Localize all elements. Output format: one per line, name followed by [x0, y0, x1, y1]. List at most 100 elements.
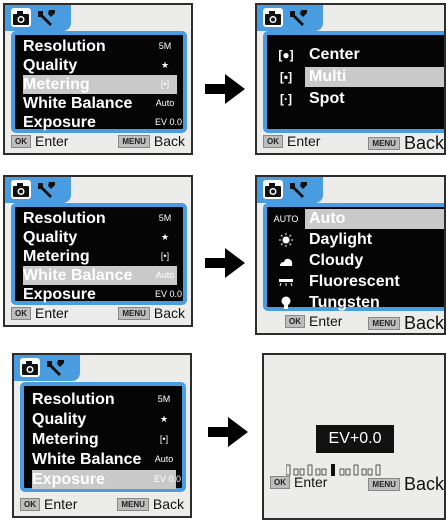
menu-item-label: Quality: [23, 229, 78, 246]
camera-tab-icon[interactable]: [11, 8, 31, 27]
camera-tab-icon[interactable]: [263, 8, 283, 27]
enter-label: Enter: [309, 313, 343, 330]
arrow-right-icon: [205, 74, 245, 104]
menu-item-label: Resolution: [23, 38, 106, 55]
menu-item-white-balance[interactable]: White Balance Auto: [23, 266, 177, 285]
wb-option-daylight[interactable]: Daylight: [273, 230, 444, 253]
camera-tab-icon[interactable]: [20, 358, 40, 377]
enter-hint[interactable]: OK Enter: [11, 132, 68, 149]
menu-tabs: [5, 177, 71, 203]
menu-item-resolution[interactable]: Resolution 5M: [23, 209, 177, 228]
center-metering-icon: [●]: [278, 48, 294, 62]
enter-label: Enter: [294, 474, 328, 491]
screen-footer: OK Enter MENU Back: [264, 470, 444, 495]
cloud-icon: [273, 251, 299, 274]
menu-item-label: White Balance: [23, 267, 133, 284]
resolution-icon: 5M: [158, 41, 172, 51]
menu-item-white-balance[interactable]: White Balance Auto: [32, 450, 176, 469]
ok-key: OK: [285, 314, 305, 328]
option-label: Auto: [305, 209, 444, 229]
menu-item-label: Quality: [23, 57, 78, 74]
submenu-panel: [●] Center [▪] Multi [·] Spot: [263, 31, 444, 133]
option-label: Fluorescent: [309, 273, 400, 290]
menu-panel: Resolution 5M Quality ★ Metering [•] White …: [11, 31, 187, 133]
ok-key: OK: [270, 475, 290, 489]
submenu-panel: AUTO Auto Daylight Cloudy Fluorescent Tun…: [263, 203, 444, 311]
enter-label: Enter: [287, 133, 321, 150]
menu-panel: Resolution 5M Quality ★ Metering [•] White …: [20, 382, 186, 492]
menu-item-white-balance[interactable]: White Balance Auto: [23, 94, 177, 113]
menu-item-exposure[interactable]: Exposure EV 0.0: [32, 470, 181, 489]
menu-item-metering[interactable]: Metering [•]: [23, 247, 177, 266]
menu-item-label: Exposure: [32, 471, 105, 488]
menu-item-metering[interactable]: Metering [•]: [32, 430, 176, 449]
metering-icon: [•]: [159, 434, 169, 444]
menu-item-quality[interactable]: Quality ★: [23, 56, 177, 75]
ok-key: OK: [263, 134, 283, 148]
screen-main-menu-metering: Resolution 5M Quality ★ Metering [•] White …: [3, 3, 193, 155]
back-hint[interactable]: MENU Back: [368, 473, 444, 495]
option-label: Cloudy: [309, 252, 364, 269]
menu-item-label: Quality: [32, 411, 87, 428]
screen-metering-submenu: [●] Center [▪] Multi [·] Spot OK Enter MENU B…: [255, 3, 446, 155]
menu-key: MENU: [118, 134, 150, 148]
settings-tab-icon[interactable]: [35, 8, 57, 27]
menu-panel: Resolution 5M Quality ★ Metering [•] White …: [11, 203, 187, 305]
menu-key: MENU: [117, 497, 149, 511]
menu-key: MENU: [118, 306, 150, 320]
menu-item-metering[interactable]: Metering [•]: [23, 75, 177, 94]
screen-footer: OK Enter MENU Back: [5, 129, 191, 151]
metering-option-spot[interactable]: [·] Spot: [273, 89, 444, 109]
quality-icon: ★: [159, 414, 169, 424]
settings-tab-icon[interactable]: [44, 358, 66, 377]
screen-footer: OK Enter MENU Back: [257, 129, 444, 153]
arrow-right-icon: [205, 248, 245, 278]
back-label: Back: [403, 312, 444, 333]
menu-key: MENU: [368, 316, 400, 330]
back-hint[interactable]: MENU Back: [118, 304, 185, 321]
metering-icon: [•]: [160, 251, 170, 261]
white-balance-icon: Auto: [155, 98, 175, 108]
multi-metering-icon: [▪]: [279, 70, 293, 84]
menu-item-label: Metering: [23, 248, 90, 265]
fluorescent-icon: [273, 272, 299, 294]
metering-option-center[interactable]: [●] Center: [273, 45, 444, 65]
ok-key: OK: [20, 497, 40, 511]
back-hint[interactable]: MENU Back: [117, 495, 184, 512]
metering-option-multi[interactable]: [▪] Multi: [273, 67, 444, 87]
option-label: Multi: [305, 67, 444, 87]
enter-label: Enter: [35, 305, 69, 322]
back-hint[interactable]: MENU Back: [368, 132, 444, 153]
camera-tab-icon[interactable]: [263, 180, 283, 199]
screen-exposure-adjust: EV+0.0 OK Enter MENU Back: [262, 353, 446, 520]
menu-tabs: [257, 177, 323, 203]
arrow-right-icon: [208, 417, 248, 447]
settings-tab-icon[interactable]: [35, 180, 57, 199]
screen-main-menu-white-balance: Resolution 5M Quality ★ Metering [•] White …: [3, 175, 193, 327]
back-hint[interactable]: MENU Back: [368, 312, 444, 333]
wb-option-cloudy[interactable]: Cloudy: [273, 251, 444, 274]
back-hint[interactable]: MENU Back: [118, 132, 185, 149]
menu-item-quality[interactable]: Quality ★: [32, 410, 176, 429]
enter-hint[interactable]: OK Enter: [263, 132, 320, 149]
menu-item-resolution[interactable]: Resolution 5M: [32, 390, 176, 409]
back-label: Back: [152, 496, 184, 513]
spot-metering-icon: [·]: [280, 92, 292, 106]
sun-icon: [273, 230, 299, 253]
enter-hint[interactable]: OK Enter: [11, 304, 68, 321]
enter-hint[interactable]: OK Enter: [270, 473, 327, 490]
menu-item-label: Resolution: [32, 391, 115, 408]
settings-tab-icon[interactable]: [287, 8, 309, 27]
auto-wb-icon: AUTO: [273, 214, 299, 224]
screen-footer: OK Enter MENU Back: [5, 301, 191, 323]
wb-option-fluorescent[interactable]: Fluorescent: [273, 272, 444, 294]
enter-hint[interactable]: OK Enter: [20, 495, 77, 512]
enter-hint[interactable]: OK Enter: [285, 312, 342, 329]
menu-item-resolution[interactable]: Resolution 5M: [23, 37, 177, 56]
ok-key: OK: [11, 134, 31, 148]
option-label: Spot: [309, 90, 345, 107]
wb-option-auto[interactable]: AUTO Auto: [273, 209, 444, 229]
settings-tab-icon[interactable]: [287, 180, 309, 199]
menu-item-quality[interactable]: Quality ★: [23, 228, 177, 247]
camera-tab-icon[interactable]: [11, 180, 31, 199]
